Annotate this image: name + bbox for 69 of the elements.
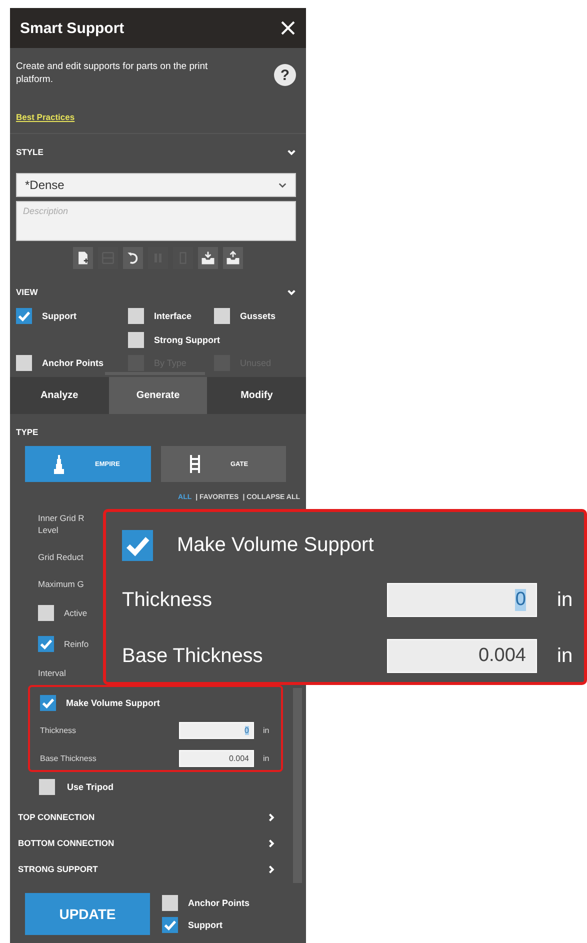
window-title: Smart Support xyxy=(20,20,124,36)
checkbox[interactable] xyxy=(128,308,144,324)
best-practices-link[interactable]: Best Practices xyxy=(16,112,75,122)
checkbox-label: Make Volume Support xyxy=(177,534,374,557)
tab[interactable]: Generate xyxy=(108,377,208,414)
toolbar-button[interactable] xyxy=(73,247,93,269)
section-heading[interactable]: STRONG SUPPORT xyxy=(18,864,98,874)
section-heading: TYPE xyxy=(16,427,38,437)
description-field[interactable]: Description xyxy=(16,201,296,241)
toolbar-button[interactable] xyxy=(223,247,243,269)
chevron-down-icon[interactable] xyxy=(287,288,296,296)
download-tray-icon xyxy=(200,250,216,266)
checkbox[interactable] xyxy=(38,605,54,621)
checkbox-label: Make Volume Support xyxy=(66,698,160,708)
unit-label: in xyxy=(557,644,574,668)
checkbox-label: Strong Support xyxy=(154,334,220,344)
checkbox[interactable] xyxy=(16,308,32,324)
unit-label: in xyxy=(557,588,574,612)
checkbox[interactable] xyxy=(162,917,178,933)
unit-label: in xyxy=(263,754,270,763)
parameter-label: Active xyxy=(64,607,88,619)
tab[interactable]: Modify xyxy=(207,377,306,414)
field-label: Base Thickness xyxy=(122,644,264,668)
number-field[interactable]: 0.004 xyxy=(387,639,537,673)
checkbox-label: Gussets xyxy=(240,311,276,321)
number-field[interactable]: 0.004 xyxy=(179,750,254,767)
update-button[interactable]: UPDATE xyxy=(25,893,150,935)
field-label: Thickness xyxy=(122,588,214,612)
checkbox-label: Anchor Points xyxy=(188,898,250,908)
checkbox[interactable] xyxy=(38,636,54,652)
parameter-label: Grid Reduct xyxy=(38,551,84,563)
parameter-label: Inner Grid R Level xyxy=(38,512,84,536)
tab[interactable]: Analyze xyxy=(10,377,109,414)
checkbox[interactable] xyxy=(128,332,144,348)
parameter-label: Reinfo xyxy=(64,638,89,650)
checkbox-label: Anchor Points xyxy=(42,358,104,368)
checkbox-label: Use Tripod xyxy=(67,782,114,792)
ladder-icon xyxy=(188,454,200,474)
checkbox[interactable] xyxy=(16,355,32,371)
parameter-label: Interval xyxy=(38,667,66,679)
toolbar-button[interactable] xyxy=(123,247,143,269)
checkbox-label: Support xyxy=(42,311,76,321)
section-heading: VIEW xyxy=(16,287,38,297)
chevron-right-icon[interactable] xyxy=(267,812,276,822)
style-dropdown[interactable]: *Dense xyxy=(16,173,296,197)
chevron-right-icon[interactable] xyxy=(267,838,276,848)
chevron-down-icon[interactable] xyxy=(278,180,287,190)
chevron-right-icon[interactable] xyxy=(267,864,276,874)
section-heading[interactable]: BOTTOM CONNECTION xyxy=(18,838,114,848)
description-text: Create and edit supports for parts on the print platform. xyxy=(16,60,209,86)
tower-icon xyxy=(53,454,65,474)
unit-label: in xyxy=(263,726,270,735)
parameter-label: Maximum G xyxy=(38,578,84,590)
checkbox[interactable] xyxy=(122,530,153,561)
chevron-down-icon[interactable] xyxy=(287,148,296,156)
section-heading[interactable]: TOP CONNECTION xyxy=(18,812,95,822)
checkbox-label: Interface xyxy=(154,311,192,321)
field-label: Base Thickness xyxy=(40,754,98,763)
checkbox[interactable] xyxy=(214,308,230,324)
toolbar-button[interactable] xyxy=(198,247,218,269)
checkbox[interactable] xyxy=(40,695,56,711)
checkbox[interactable] xyxy=(39,779,55,795)
section-heading: STYLE xyxy=(16,147,44,157)
close-icon[interactable] xyxy=(280,20,296,36)
checkbox-label: Support xyxy=(188,920,222,930)
field-label: Thickness xyxy=(40,726,78,735)
help-button[interactable]: ? xyxy=(274,64,296,86)
checkbox[interactable] xyxy=(162,895,178,911)
upload-tray-icon xyxy=(225,250,241,266)
